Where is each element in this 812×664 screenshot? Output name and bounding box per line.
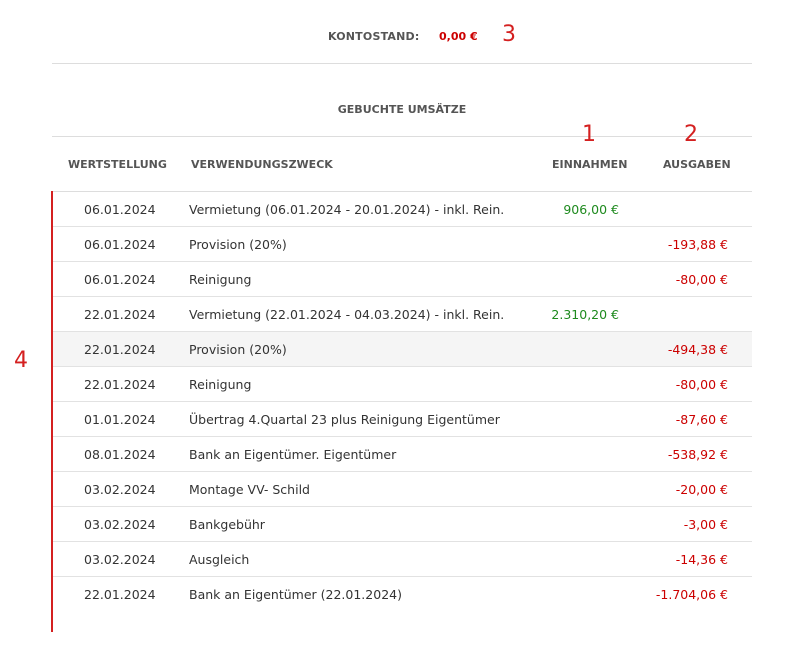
table-row: 08.01.2024 Bank an Eigentümer. Eigentüme… xyxy=(53,437,752,472)
cell-date: 03.02.2024 xyxy=(84,552,156,567)
cell-purpose: Reinigung xyxy=(189,272,252,287)
cell-expense: -494,38 € xyxy=(667,342,728,357)
cell-expense: -193,88 € xyxy=(667,237,728,252)
balance-value: 0,00 € xyxy=(439,30,478,43)
cell-purpose: Provision (20%) xyxy=(189,237,287,252)
cell-purpose: Bank an Eigentümer. Eigentümer xyxy=(189,447,397,462)
cell-date: 08.01.2024 xyxy=(84,447,156,462)
table-row: 22.01.2024 Bank an Eigentümer (22.01.202… xyxy=(53,577,752,611)
table-row: 03.02.2024 Bankgebühr -3,00 € xyxy=(53,507,752,542)
cell-date: 22.01.2024 xyxy=(84,307,156,322)
cell-expense: -1.704,06 € xyxy=(655,587,728,602)
cell-date: 03.02.2024 xyxy=(84,517,156,532)
table-row: 22.01.2024 Provision (20%) -494,38 € xyxy=(53,332,752,367)
cell-expense: -80,00 € xyxy=(675,377,728,392)
cell-date: 01.01.2024 xyxy=(84,412,156,427)
cell-date: 06.01.2024 xyxy=(84,237,156,252)
cell-expense: -538,92 € xyxy=(667,447,728,462)
cell-purpose: Vermietung (22.01.2024 - 04.03.2024) - i… xyxy=(189,307,505,322)
annotation-marker-2: 2 xyxy=(684,122,698,147)
cell-purpose: Übertrag 4.Quartal 23 plus Reinigung Eig… xyxy=(189,412,500,427)
divider xyxy=(52,136,752,137)
cell-purpose: Ausgleich xyxy=(189,552,250,567)
table-row: 06.01.2024 Reinigung -80,00 € xyxy=(53,262,752,297)
cell-date: 06.01.2024 xyxy=(84,202,156,217)
cell-expense: -80,00 € xyxy=(675,272,728,287)
column-header-date: WERTSTELLUNG xyxy=(68,158,167,171)
table-row: 03.02.2024 Ausgleich -14,36 € xyxy=(53,542,752,577)
table-row: 22.01.2024 Reinigung -80,00 € xyxy=(53,367,752,402)
cell-income: 906,00 € xyxy=(563,202,619,217)
annotation-marker-3: 3 xyxy=(502,22,516,47)
cell-purpose: Vermietung (06.01.2024 - 20.01.2024) - i… xyxy=(189,202,505,217)
cell-income: 2.310,20 € xyxy=(551,307,619,322)
cell-expense: -14,36 € xyxy=(675,552,728,567)
cell-expense: -20,00 € xyxy=(675,482,728,497)
column-header-purpose: VERWENDUNGSZWECK xyxy=(191,158,333,171)
table-row: 01.01.2024 Übertrag 4.Quartal 23 plus Re… xyxy=(53,402,752,437)
divider xyxy=(52,63,752,64)
cell-date: 22.01.2024 xyxy=(84,342,156,357)
cell-date: 03.02.2024 xyxy=(84,482,156,497)
column-header-income: EINNAHMEN xyxy=(552,158,628,171)
cell-purpose: Montage VV- Schild xyxy=(189,482,310,497)
table-row: 06.01.2024 Provision (20%) -193,88 € xyxy=(53,227,752,262)
balance-label: KONTOSTAND: xyxy=(328,30,420,43)
cell-purpose: Bank an Eigentümer (22.01.2024) xyxy=(189,587,402,602)
table-row: 03.02.2024 Montage VV- Schild -20,00 € xyxy=(53,472,752,507)
balance-summary: KONTOSTAND: 0,00 € xyxy=(0,30,812,46)
cell-date: 22.01.2024 xyxy=(84,587,156,602)
column-header-expense: AUSGABEN xyxy=(663,158,731,171)
cell-expense: -87,60 € xyxy=(675,412,728,427)
annotation-marker-1: 1 xyxy=(582,122,596,147)
section-title: GEBUCHTE UMSÄTZE xyxy=(337,103,467,116)
cell-date: 06.01.2024 xyxy=(84,272,156,287)
annotation-marker-4: 4 xyxy=(14,348,28,373)
cell-purpose: Reinigung xyxy=(189,377,252,392)
cell-date: 22.01.2024 xyxy=(84,377,156,392)
table-row: 22.01.2024 Vermietung (22.01.2024 - 04.0… xyxy=(53,297,752,332)
cell-expense: -3,00 € xyxy=(683,517,728,532)
cell-purpose: Bankgebühr xyxy=(189,517,265,532)
table-row: 06.01.2024 Vermietung (06.01.2024 - 20.0… xyxy=(53,192,752,227)
cell-purpose: Provision (20%) xyxy=(189,342,287,357)
